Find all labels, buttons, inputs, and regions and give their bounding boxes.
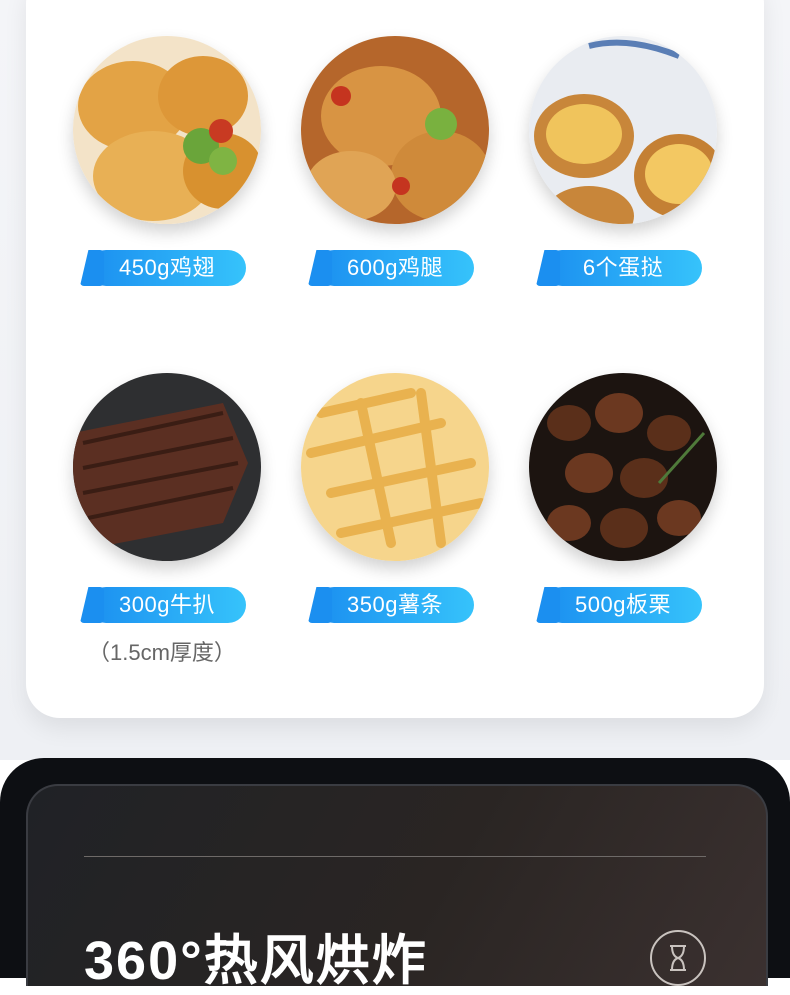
food-label-pill: 350g薯条 [316, 587, 474, 623]
food-label-pill: 300g牛扒 [88, 587, 246, 623]
french-fries-photo [301, 373, 489, 561]
egg-tarts-photo [529, 36, 717, 224]
food-label-pill: 600g鸡腿 [316, 250, 474, 286]
food-label-pill: 500g板栗 [544, 587, 702, 623]
food-label-pill: 6个蛋挞 [544, 250, 702, 286]
chicken-wings-photo [73, 36, 261, 224]
steak-photo [73, 373, 261, 561]
feature-title: 360°热风烘炸 [84, 931, 428, 991]
chestnuts-photo [529, 373, 717, 561]
thickness-note: （1.5cm厚度） [88, 640, 236, 665]
chicken-legs-photo [301, 36, 489, 224]
feature-divider [84, 856, 706, 857]
hourglass-icon [650, 930, 706, 986]
food-label-pill: 450g鸡翅 [88, 250, 246, 286]
